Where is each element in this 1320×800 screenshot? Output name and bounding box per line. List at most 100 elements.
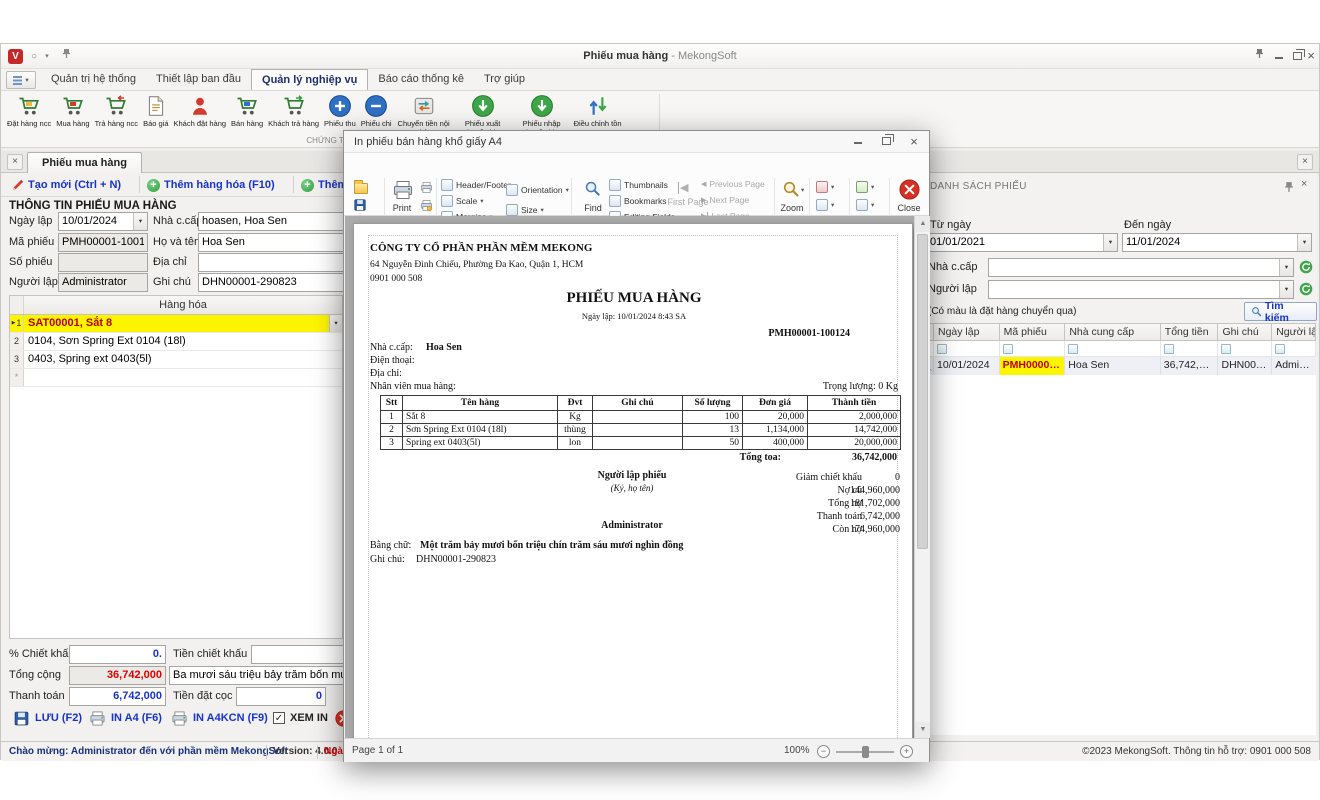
open-document-icon[interactable] — [354, 183, 368, 194]
print-button[interactable] — [392, 179, 414, 206]
khach-dat-hang-button[interactable]: Khách đặt hàng — [172, 92, 229, 128]
watermark-button[interactable]: ▾ — [816, 199, 834, 211]
caret-down-icon[interactable]: ▾ — [1297, 234, 1311, 251]
send-email-button[interactable]: ▾ — [856, 199, 874, 211]
scale-button[interactable]: Scale▾ — [441, 195, 484, 207]
zoom-out-button[interactable]: − — [817, 745, 830, 758]
scroll-down-icon[interactable]: ▼ — [915, 722, 930, 738]
bookmarks-button[interactable]: Bookmarks — [609, 195, 667, 207]
minimize-button[interactable] — [1269, 48, 1289, 65]
print-a4kcn-button[interactable]: IN A4KCN (F9) — [171, 706, 268, 730]
page-color-button[interactable]: ▾ — [816, 181, 834, 193]
dieu-chinh-ton-button[interactable]: Điều chỉnh tồn — [572, 92, 624, 128]
pin-icon[interactable] — [59, 44, 73, 69]
header-footer-button[interactable]: Header/Footer — [441, 179, 511, 191]
size-button[interactable]: Size▾ — [506, 204, 544, 216]
caret-down-icon[interactable]: ▾ — [1279, 281, 1293, 298]
create-new-button[interactable]: Tạo mới (Ctrl + N) — [11, 176, 121, 194]
caret-down-icon[interactable]: ▾ — [1103, 234, 1117, 251]
item-row[interactable]: 2 0104, Sơn Spring Ext 0104 (18l) — [10, 333, 342, 351]
list-row[interactable]: ▶ 10/01/2024 PMH00001-100124 Hoa Sen 36,… — [924, 357, 1316, 375]
welcome-text: Chào mừng: Administrator đến với phần mề… — [9, 742, 288, 761]
caret-down-icon[interactable]: ▾ — [133, 213, 147, 230]
ngay-lap-field[interactable]: 10/01/2024 ▾ — [58, 212, 148, 231]
find-button[interactable] — [584, 180, 601, 202]
zoom-button[interactable] — [782, 180, 800, 203]
list-grid-filter-row[interactable] — [924, 341, 1316, 357]
summary-value: 144,960,000 — [784, 485, 900, 496]
nguoi-lap-field[interactable]: Administrator — [58, 273, 148, 292]
column-ghi-chu[interactable]: Ghi chú — [1218, 323, 1272, 341]
phieu-thu-button[interactable]: Phiếu thu — [322, 92, 358, 128]
tab-phieu-mua-hang[interactable]: Phiếu mua hàng — [27, 152, 142, 173]
save-document-icon[interactable] — [353, 198, 367, 217]
dialog-minimize-button[interactable] — [844, 133, 872, 151]
column-nguoi-lap[interactable]: Người lập — [1272, 323, 1316, 341]
so-phieu-field[interactable] — [58, 253, 148, 272]
close-panel-icon[interactable]: × — [1301, 178, 1307, 190]
item-row[interactable]: 3 0403, Spring ext 0403(5l) — [10, 351, 342, 369]
orientation-button[interactable]: Orientation▾ — [506, 184, 569, 196]
column-nha-cung-cap[interactable]: Nhà cung cấp — [1065, 323, 1160, 341]
column-tong-tien[interactable]: Tổng tiền — [1161, 323, 1219, 341]
khach-tra-hang-button[interactable]: Khách trả hàng — [266, 92, 321, 128]
tab-quan-tri-he-thong[interactable]: Quản trị hệ thống — [41, 69, 146, 90]
item-row[interactable]: ▶1 SAT00001, Sắt 8 ▾ — [10, 315, 342, 333]
dat-hang-ncc-button[interactable]: Đặt hàng ncc — [5, 92, 53, 128]
ribbon-app-button[interactable]: ▾ — [6, 71, 36, 89]
quick-access-icon[interactable]: ○ — [27, 44, 41, 69]
tu-ngay-field[interactable]: 01/01/2021 ▾ — [926, 233, 1118, 252]
zoom-in-button[interactable]: + — [900, 745, 913, 758]
close-tab-right-icon[interactable]: × — [1297, 154, 1313, 170]
close-tab-left-icon[interactable]: × — [7, 154, 23, 170]
pin-icon[interactable] — [1284, 180, 1294, 198]
preview-scrollbar[interactable]: ▲ ▼ — [914, 216, 930, 738]
tab-thiet-lap-ban-dau[interactable]: Thiết lập ban đầu — [146, 69, 251, 90]
caret-down-icon[interactable]: ▾ — [1279, 259, 1293, 276]
print-options-icon[interactable] — [420, 199, 433, 217]
dialog-maximize-button[interactable] — [872, 133, 900, 151]
dialog-close-button[interactable]: × — [900, 133, 928, 151]
tab-quan-ly-nghiep-vu[interactable]: Quản lý nghiệp vụ — [251, 69, 368, 90]
column-ma-phieu[interactable]: Mã phiếu — [1000, 323, 1066, 341]
zoom-slider-thumb[interactable] — [862, 746, 869, 758]
caret-down-icon[interactable]: ▾ — [329, 315, 342, 332]
quick-access-caret-icon[interactable]: ▾ — [41, 44, 53, 69]
search-button[interactable]: Tìm kiếm — [1244, 302, 1317, 321]
export-file-button[interactable]: ▾ — [856, 181, 874, 193]
xem-in-checkbox[interactable]: ✓ XEM IN — [273, 706, 328, 730]
items-grid-header[interactable]: Hàng hóa — [10, 296, 342, 315]
tra-hang-ncc-button[interactable]: Trả hàng ncc — [93, 92, 141, 128]
ma-phieu-field[interactable]: PMH00001-100124 — [58, 233, 148, 252]
phone-label: Điện thoại: — [370, 355, 415, 366]
add-item-button[interactable]: + Thêm hàng hóa (F10) — [147, 176, 275, 194]
save-button[interactable]: LƯU (F2) — [13, 706, 82, 730]
mua-hang-button[interactable]: Mua hàng — [54, 92, 91, 128]
tab-tro-giup[interactable]: Trợ giúp — [474, 69, 535, 90]
refresh-icon[interactable] — [1299, 282, 1313, 301]
phieu-chi-button[interactable]: Phiếu chi — [359, 92, 394, 128]
refresh-icon[interactable] — [1299, 260, 1313, 279]
den-ngay-field[interactable]: 11/01/2024 ▾ — [1122, 233, 1312, 252]
ban-hang-button[interactable]: Bán hàng — [229, 92, 265, 128]
bao-gia-button[interactable]: Báo giá — [141, 92, 170, 128]
scroll-up-icon[interactable]: ▲ — [915, 216, 930, 232]
nha-ccap-filter-field[interactable]: ▾ — [988, 258, 1294, 277]
print-a4-button[interactable]: IN A4 (F6) — [89, 706, 162, 730]
dialog-titlebar[interactable]: In phiếu bán hàng khổ giấy A4 × — [344, 131, 929, 153]
nguoi-lap-filter-field[interactable]: ▾ — [988, 280, 1294, 299]
titlebar-pin-icon[interactable] — [1249, 48, 1269, 65]
thanh-toan-field[interactable]: 6,742,000 — [69, 687, 166, 706]
tien-dat-coc-field[interactable]: 0 — [236, 687, 326, 706]
chiet-khau-field[interactable]: 0. — [69, 645, 166, 664]
close-button[interactable]: × — [1301, 48, 1320, 65]
quick-print-icon[interactable] — [420, 181, 433, 199]
tab-bao-cao-thong-ke[interactable]: Báo cáo thống kê — [368, 69, 474, 90]
scrollbar-thumb[interactable] — [917, 234, 928, 549]
weight-label: Trọng lượng: 0 Kg — [823, 381, 898, 392]
column-ngay-lap[interactable]: Ngày lập — [934, 323, 1000, 341]
new-item-row[interactable]: * — [10, 369, 342, 387]
close-preview-button[interactable] — [899, 179, 920, 205]
thumbnails-button[interactable]: Thumbnails — [609, 179, 668, 191]
tien-chiet-khau-label: Tiền chiết khấu — [173, 645, 247, 664]
